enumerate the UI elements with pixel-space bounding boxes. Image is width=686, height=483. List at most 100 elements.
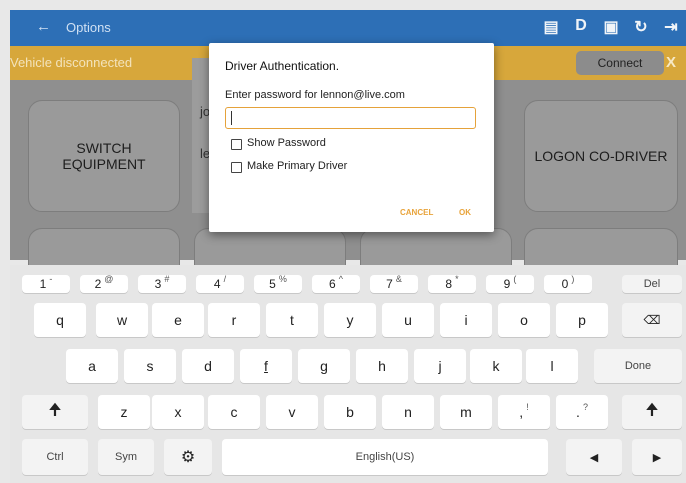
close-banner-button[interactable]: X <box>666 54 676 71</box>
on-screen-keyboard: 1- 2 @ 3 # 4/ 5% 6 ^ 7 & 8 * 9( 0) Del q w e … <box>10 265 686 483</box>
key-j[interactable]: j <box>414 349 466 383</box>
key-9[interactable]: 9( <box>486 274 534 293</box>
text-caret <box>231 111 232 125</box>
key-b[interactable]: b <box>324 395 376 429</box>
ctrl-key[interactable]: Ctrl <box>22 439 88 475</box>
key-i[interactable]: i <box>440 303 492 337</box>
key-8[interactable]: 8 * <box>428 274 476 293</box>
backspace-icon: ⌫ <box>643 313 661 327</box>
key-label: 3 <box>154 277 162 291</box>
key-label: 9 <box>503 277 511 291</box>
space-key[interactable]: English(US) <box>222 439 548 475</box>
key-sublabel: # <box>164 274 170 284</box>
password-input[interactable] <box>225 107 476 129</box>
key-w[interactable]: w <box>96 303 148 337</box>
shift-right-key[interactable]: 🠉 <box>622 395 682 429</box>
done-key[interactable]: Done <box>594 349 682 383</box>
key-label: 1 <box>39 277 47 291</box>
key-label: 0 <box>561 277 569 291</box>
key-z[interactable]: z <box>98 395 150 429</box>
key-l[interactable]: l <box>526 349 578 383</box>
make-primary-driver-checkbox[interactable] <box>231 162 242 173</box>
logout-icon[interactable]: ⇥ <box>662 17 680 37</box>
make-primary-driver-label[interactable]: Make Primary Driver <box>247 160 347 172</box>
page-title: Options <box>66 20 111 35</box>
cursor-right-key[interactable]: ▶ <box>632 439 682 475</box>
key-4[interactable]: 4/ <box>196 274 244 293</box>
app-bar: ← Options ▤ D ▣ ↻ ⇥ <box>10 10 686 46</box>
cursor-left-key[interactable]: ◀ <box>566 439 622 475</box>
driver-authentication-dialog: Driver Authentication. Enter password fo… <box>209 43 494 232</box>
key-6[interactable]: 6 ^ <box>312 274 360 293</box>
key-sublabel: - <box>49 274 53 284</box>
key-7[interactable]: 7 & <box>370 274 418 293</box>
key-sublabel: @ <box>104 274 114 284</box>
key-y[interactable]: y <box>324 303 376 337</box>
back-arrow-icon[interactable]: ← <box>36 18 51 35</box>
key-sublabel: ( <box>513 274 517 284</box>
key-sublabel: & <box>395 274 402 284</box>
switch-equipment-tile[interactable]: SWITCH EQUIPMENT <box>28 100 180 212</box>
logon-codriver-tile[interactable]: LOGON CO-DRIVER <box>524 100 678 212</box>
sym-key[interactable]: Sym <box>98 439 154 475</box>
shift-arrow-icon: 🠉 <box>645 401 659 419</box>
refresh-icon[interactable]: ↻ <box>632 17 650 37</box>
key-a[interactable]: a <box>66 349 118 383</box>
right-arrow-icon: ▶ <box>652 451 662 464</box>
key-5[interactable]: 5% <box>254 274 302 293</box>
key-1[interactable]: 1- <box>22 274 70 293</box>
key-label: . <box>576 404 580 420</box>
key-g[interactable]: g <box>298 349 350 383</box>
key-r[interactable]: r <box>208 303 260 337</box>
backspace-key[interactable]: ⌫ <box>622 303 682 337</box>
left-arrow-icon: ◀ <box>589 451 599 464</box>
dialog-title: Driver Authentication. <box>225 59 340 73</box>
key-m[interactable]: m <box>440 395 492 429</box>
key-label: 7 <box>386 277 393 291</box>
key-label: 2 <box>94 277 102 291</box>
key-o[interactable]: o <box>498 303 550 337</box>
key-n[interactable]: n <box>382 395 434 429</box>
driver-d-icon[interactable]: D <box>572 17 590 37</box>
show-password-label[interactable]: Show Password <box>247 137 326 149</box>
key-e[interactable]: e <box>152 303 204 337</box>
key-p[interactable]: p <box>556 303 608 337</box>
shift-arrow-icon: 🠉 <box>48 401 62 419</box>
key-sublabel: ^ <box>338 274 343 284</box>
ok-button[interactable]: OK <box>459 208 471 217</box>
key-u[interactable]: u <box>382 303 434 337</box>
key-c[interactable]: c <box>208 395 260 429</box>
appbar-icons: ▤ D ▣ ↻ ⇥ <box>542 17 680 37</box>
key-sublabel: ) <box>571 274 575 284</box>
key-label: 8 <box>445 277 453 291</box>
shift-left-key[interactable]: 🠉 <box>22 395 88 429</box>
key-2[interactable]: 2 @ <box>80 274 128 293</box>
key-sublabel: * <box>455 274 459 284</box>
settings-key[interactable]: ⚙ <box>164 439 212 475</box>
computer-icon[interactable]: ▣ <box>602 17 620 37</box>
key-x[interactable]: x <box>152 395 204 429</box>
key-label: , <box>519 404 524 420</box>
message-icon[interactable]: ▤ <box>542 17 560 37</box>
key-v[interactable]: v <box>266 395 318 429</box>
delete-key[interactable]: Del <box>622 275 682 293</box>
key-sublabel: ? <box>582 402 588 412</box>
key-s[interactable]: s <box>124 349 176 383</box>
key-q[interactable]: q <box>34 303 86 337</box>
key-sublabel: ! <box>526 402 529 412</box>
show-password-checkbox[interactable] <box>231 139 242 150</box>
connect-button[interactable]: Connect <box>576 51 664 75</box>
key-comma[interactable]: ,! <box>498 395 550 429</box>
key-period[interactable]: .? <box>556 395 608 429</box>
key-f[interactable]: f <box>240 349 292 383</box>
key-t[interactable]: t <box>266 303 318 337</box>
gear-icon: ⚙ <box>180 449 196 466</box>
key-0[interactable]: 0) <box>544 274 592 293</box>
cancel-button[interactable]: CANCEL <box>400 208 433 217</box>
key-k[interactable]: k <box>470 349 522 383</box>
key-3[interactable]: 3 # <box>138 274 186 293</box>
key-h[interactable]: h <box>356 349 408 383</box>
key-label: 6 <box>329 277 336 291</box>
key-d[interactable]: d <box>182 349 234 383</box>
dialog-prompt: Enter password for lennon@live.com <box>225 89 405 101</box>
